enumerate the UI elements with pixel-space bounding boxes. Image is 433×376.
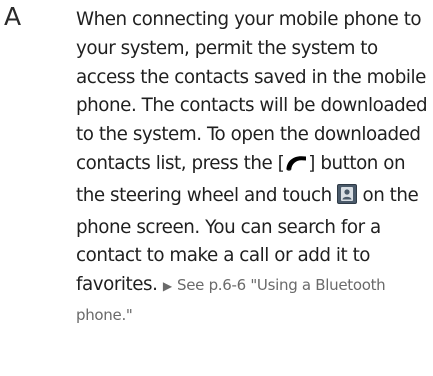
answer-text: When connecting your mobile phone to you… xyxy=(76,6,431,330)
phone-handset-icon xyxy=(284,153,308,182)
contacts-list-icon xyxy=(337,183,358,214)
answer-label: A xyxy=(4,2,22,31)
answer-paragraph: When connecting your mobile phone to you… xyxy=(76,6,431,330)
answer-text-part-1: When connecting your mobile phone to you… xyxy=(76,9,428,174)
reference-arrow-icon: ▶ xyxy=(162,279,172,294)
